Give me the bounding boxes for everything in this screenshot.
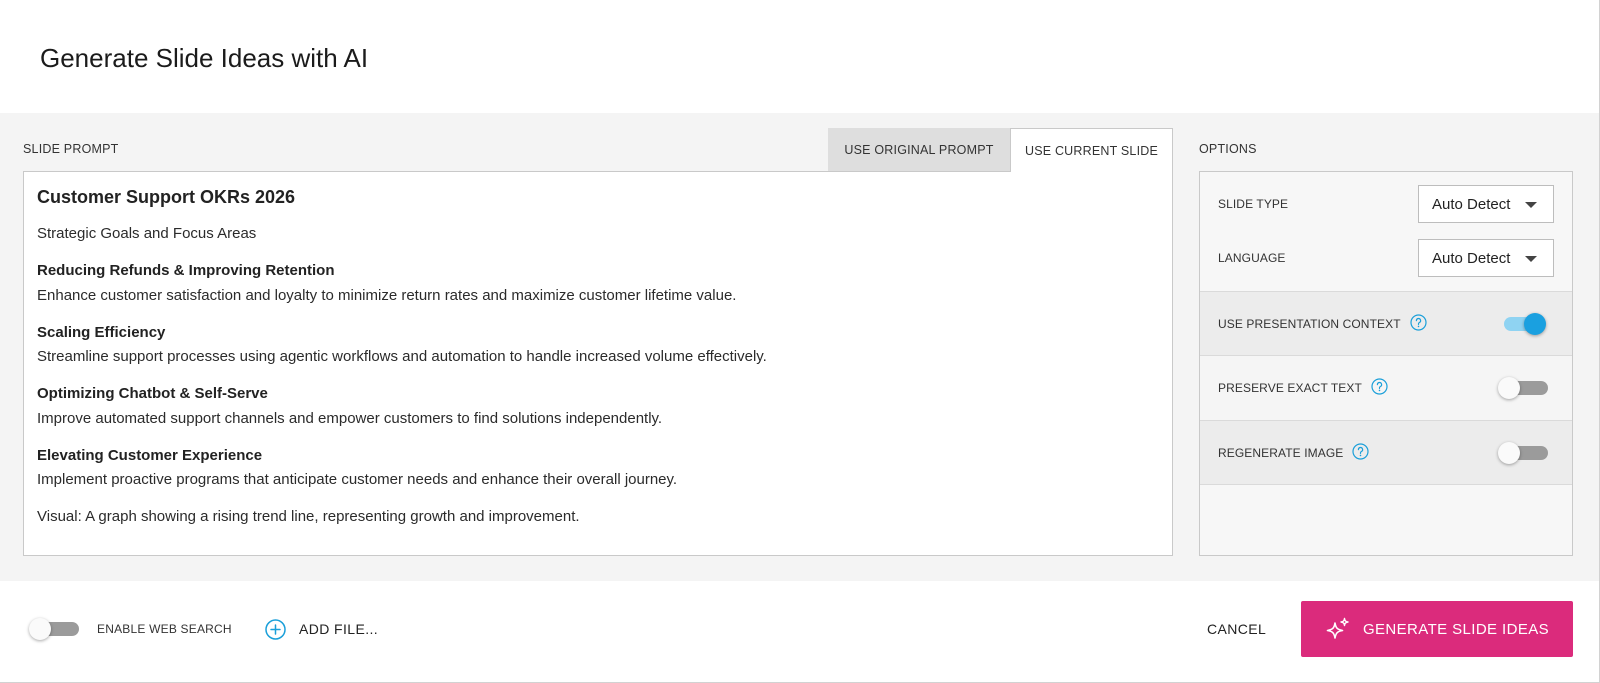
caret-down-icon	[1525, 256, 1537, 262]
prompt-slide-title: Customer Support OKRs 2026	[37, 187, 296, 207]
prompt-section-body: Enhance customer satisfaction and loyalt…	[37, 286, 737, 304]
generate-slide-ideas-dialog: Generate Slide Ideas with AI SLIDE PROMP…	[0, 0, 1600, 683]
help-circle-icon[interactable]	[1410, 313, 1427, 331]
plus-circle-icon	[265, 618, 286, 640]
dialog-title: Generate Slide Ideas with AI	[40, 43, 369, 73]
slide-type-select[interactable]: Auto Detect	[1418, 185, 1554, 223]
prompt-section-body: Implement proactive programs that antici…	[37, 471, 678, 488]
tab-use-current-slide[interactable]: USE CURRENT SLIDE	[1010, 128, 1173, 172]
prompt-section-heading: Elevating Customer Experience	[37, 446, 263, 464]
prompt-section-heading: Optimizing Chatbot & Self-Serve	[37, 385, 268, 402]
prompt-slide-subtitle: Strategic Goals and Focus Areas	[37, 225, 257, 242]
prompt-source-tabs: USE ORIGINAL PROMPT USE CURRENT SLIDE	[828, 128, 1173, 172]
prompt-section-body: Streamline support processes using agent…	[37, 348, 767, 365]
toggle-knob	[29, 618, 51, 640]
preserve-exact-text-toggle[interactable]	[1498, 376, 1550, 400]
toggle-knob	[1524, 312, 1546, 335]
preserve-exact-text-label: PRESERVE EXACT TEXT	[1218, 381, 1362, 395]
option-row-preserve-exact-text: PRESERVE EXACT TEXT	[1200, 355, 1572, 420]
prompt-section: Reducing Refunds & Improving Retention E…	[37, 259, 1159, 308]
options-label: OPTIONS	[1199, 142, 1257, 156]
toggle-knob	[1498, 441, 1520, 464]
toggle-knob	[1498, 377, 1520, 399]
caret-down-icon	[1525, 202, 1537, 208]
prompt-section-heading: Scaling Efficiency	[37, 323, 166, 341]
use-presentation-context-label: USE PRESENTATION CONTEXT	[1218, 316, 1401, 331]
sparkle-icon	[1325, 616, 1351, 642]
option-row-regenerate-image: REGENERATE IMAGE	[1200, 420, 1572, 485]
help-circle-icon[interactable]	[1352, 442, 1370, 460]
prompt-section: Optimizing Chatbot & Self-Serve Improve …	[37, 382, 1159, 431]
prompt-section: Elevating Customer Experience Implement …	[37, 444, 1159, 493]
add-file-label: ADD FILE...	[299, 621, 379, 637]
tab-use-original-prompt[interactable]: USE ORIGINAL PROMPT	[828, 128, 1010, 171]
prompt-section-body: Improve automated support channels and e…	[37, 409, 663, 427]
slide-type-label: SLIDE TYPE	[1218, 197, 1289, 211]
slide-type-value: Auto Detect	[1432, 195, 1511, 213]
generate-slide-ideas-button[interactable]: GENERATE SLIDE IDEAS	[1301, 601, 1573, 657]
language-select[interactable]: Auto Detect	[1418, 239, 1554, 277]
slide-prompt-editor[interactable]: Customer Support OKRs 2026 Strategic Goa…	[23, 171, 1173, 556]
cancel-button[interactable]: CANCEL	[1207, 619, 1266, 639]
add-file-button[interactable]: ADD FILE...	[265, 618, 378, 640]
prompt-section-heading: Reducing Refunds & Improving Retention	[37, 262, 335, 279]
prompt-visual-description: Visual: A graph showing a rising trend l…	[37, 508, 580, 525]
options-panel: SLIDE TYPE Auto Detect LANGUAGE Auto Det…	[1199, 171, 1573, 556]
use-presentation-context-toggle[interactable]	[1498, 312, 1550, 336]
language-label: LANGUAGE	[1218, 251, 1286, 265]
help-circle-icon[interactable]	[1371, 378, 1388, 395]
prompt-section: Scaling Efficiency Streamline support pr…	[37, 321, 1159, 370]
regenerate-image-label: REGENERATE IMAGE	[1218, 445, 1344, 460]
enable-web-search-toggle[interactable]	[29, 617, 81, 641]
option-row-use-presentation-context: USE PRESENTATION CONTEXT	[1200, 291, 1572, 355]
language-value: Auto Detect	[1432, 249, 1511, 267]
slide-prompt-label: SLIDE PROMPT	[23, 142, 119, 156]
enable-web-search-label: ENABLE WEB SEARCH	[97, 622, 232, 636]
generate-slide-ideas-label: GENERATE SLIDE IDEAS	[1362, 620, 1550, 638]
regenerate-image-toggle[interactable]	[1498, 441, 1550, 465]
